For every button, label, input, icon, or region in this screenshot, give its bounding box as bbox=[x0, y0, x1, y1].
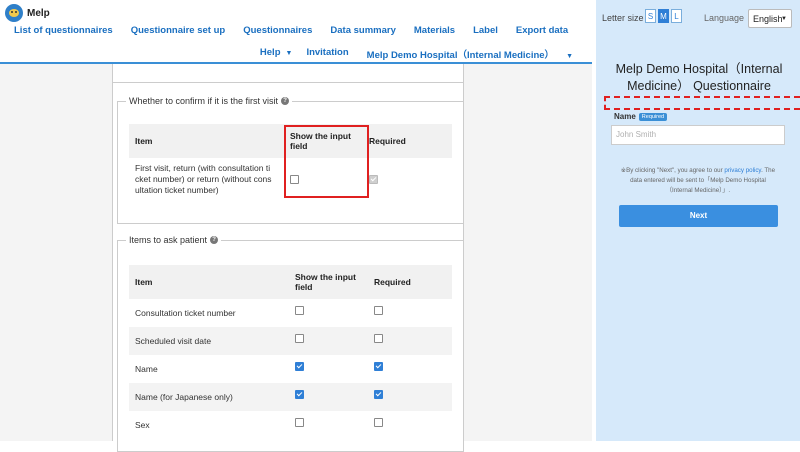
row-label: Name bbox=[135, 364, 158, 374]
secondary-nav: Help ▼ Invitation Melp Demo Hospital（Inte… bbox=[260, 47, 573, 61]
letter-size-l-button[interactable]: L bbox=[671, 9, 682, 23]
letter-size-label: Letter size bbox=[602, 13, 644, 23]
nav-questionnaire-set-up[interactable]: Questionnaire set up bbox=[131, 25, 226, 36]
row-label-line: cket number) or return (without cons bbox=[135, 173, 272, 184]
column-header-item: Item bbox=[129, 265, 289, 299]
required-badge: Required bbox=[638, 112, 668, 121]
app-name: Melp bbox=[27, 7, 50, 19]
help-icon[interactable]: ? bbox=[210, 236, 219, 244]
row-label: Name (for Japanese only) bbox=[129, 383, 289, 411]
chevron-down-icon: ▼ bbox=[285, 50, 293, 57]
row-label: Sex bbox=[135, 420, 150, 430]
required-checkbox[interactable] bbox=[374, 418, 383, 428]
column-header-required: Required bbox=[363, 124, 452, 158]
row-label-line: First visit, return (with consultation t… bbox=[135, 162, 271, 173]
language-label: Language bbox=[704, 13, 745, 23]
required-checkbox[interactable] bbox=[374, 306, 383, 316]
nav-list-of-questionnaires[interactable]: List of questionnaires bbox=[14, 25, 113, 36]
ask-patient-table: Item Show the input field Required Consu… bbox=[129, 265, 452, 439]
highlight-annotation-box bbox=[284, 125, 369, 198]
name-label-text: Name bbox=[614, 112, 636, 121]
table-row: Sex bbox=[129, 411, 452, 439]
dashed-highlight-annotation bbox=[604, 96, 800, 110]
letter-size-m-button[interactable]: M bbox=[658, 9, 669, 23]
row-label: Scheduled visit date bbox=[129, 327, 289, 355]
nav-invitation[interactable]: Invitation bbox=[306, 47, 348, 61]
questionnaire-preview-panel: Letter size S M L Language English ▼ Mel… bbox=[596, 0, 800, 441]
brand[interactable]: Melp bbox=[5, 4, 50, 22]
table-row: Name (for Japanese only) bbox=[129, 383, 452, 411]
row-label-line: ultation ticket number) bbox=[135, 184, 219, 195]
show-input-field-checkbox[interactable] bbox=[295, 362, 304, 372]
next-button[interactable]: Next bbox=[619, 205, 778, 227]
letter-size-s-button[interactable]: S bbox=[645, 9, 656, 23]
name-field-label: Name Required bbox=[614, 112, 668, 121]
nav-label[interactable]: Label bbox=[473, 25, 498, 36]
row-label: Consultation ticket number bbox=[135, 308, 236, 318]
nav-help-label: Help bbox=[259, 47, 281, 58]
top-navigation-bar: Melp List of questionnaires Questionnair… bbox=[0, 0, 592, 64]
table-row: Scheduled visit date bbox=[129, 327, 452, 355]
language-select[interactable]: English ▼ bbox=[748, 9, 792, 28]
chevron-down-icon: ▼ bbox=[781, 16, 787, 22]
nav-help-dropdown[interactable]: Help ▼ bbox=[260, 47, 293, 61]
primary-nav: List of questionnaires Questionnaire set… bbox=[14, 25, 568, 36]
column-header-item: Item bbox=[129, 124, 284, 158]
table-row: Name bbox=[129, 355, 452, 383]
nav-materials[interactable]: Materials bbox=[414, 25, 455, 36]
required-checkbox[interactable] bbox=[374, 362, 383, 372]
language-select-value: English bbox=[753, 14, 783, 24]
nav-hospital-dropdown[interactable]: Melp Demo Hospital（Internal Medicine） ▼ bbox=[367, 47, 573, 61]
table-row: Consultation ticket number bbox=[129, 299, 452, 327]
nav-data-summary[interactable]: Data summary bbox=[330, 25, 395, 36]
required-checkbox[interactable] bbox=[374, 390, 383, 400]
nav-questionnaires[interactable]: Questionnaires bbox=[243, 25, 312, 36]
ask-patient-legend-text: Items to ask patient bbox=[129, 235, 208, 245]
consent-prefix: ※By clicking "Next", you agree to our bbox=[620, 167, 725, 174]
show-input-field-checkbox[interactable] bbox=[295, 306, 304, 316]
show-input-field-checkbox[interactable] bbox=[295, 418, 304, 428]
help-icon[interactable]: ? bbox=[281, 97, 290, 105]
chevron-down-icon: ▼ bbox=[566, 53, 573, 60]
row-label: First visit, return (with consultation t… bbox=[129, 158, 284, 200]
show-input-field-checkbox[interactable] bbox=[295, 334, 304, 344]
required-checkbox-disabled bbox=[369, 175, 378, 185]
show-input-field-checkbox[interactable] bbox=[295, 390, 304, 400]
ask-patient-legend: Items to ask patient ? bbox=[126, 235, 222, 245]
column-header-required: Required bbox=[368, 265, 452, 299]
column-header-show-input-field: Show the input field bbox=[289, 265, 368, 299]
previous-section-bottom bbox=[112, 64, 464, 83]
first-visit-legend-text: Whether to confirm if it is the first vi… bbox=[129, 96, 279, 106]
nav-export-data[interactable]: Export data bbox=[516, 25, 568, 36]
first-visit-legend: Whether to confirm if it is the first vi… bbox=[126, 96, 293, 106]
required-checkbox[interactable] bbox=[374, 334, 383, 344]
name-input[interactable]: John Smith bbox=[611, 125, 785, 145]
questionnaire-title: Melp Demo Hospital（Internal Medicine） Qu… bbox=[615, 62, 783, 93]
melp-logo-icon bbox=[5, 4, 23, 22]
privacy-policy-link[interactable]: privacy policy bbox=[724, 167, 761, 174]
nav-hospital-label: Melp Demo Hospital（Internal Medicine） bbox=[366, 50, 555, 61]
consent-text: ※By clicking "Next", you agree to our pr… bbox=[618, 166, 778, 196]
ask-patient-fieldset: Items to ask patient ? Item Show the inp… bbox=[117, 235, 464, 452]
